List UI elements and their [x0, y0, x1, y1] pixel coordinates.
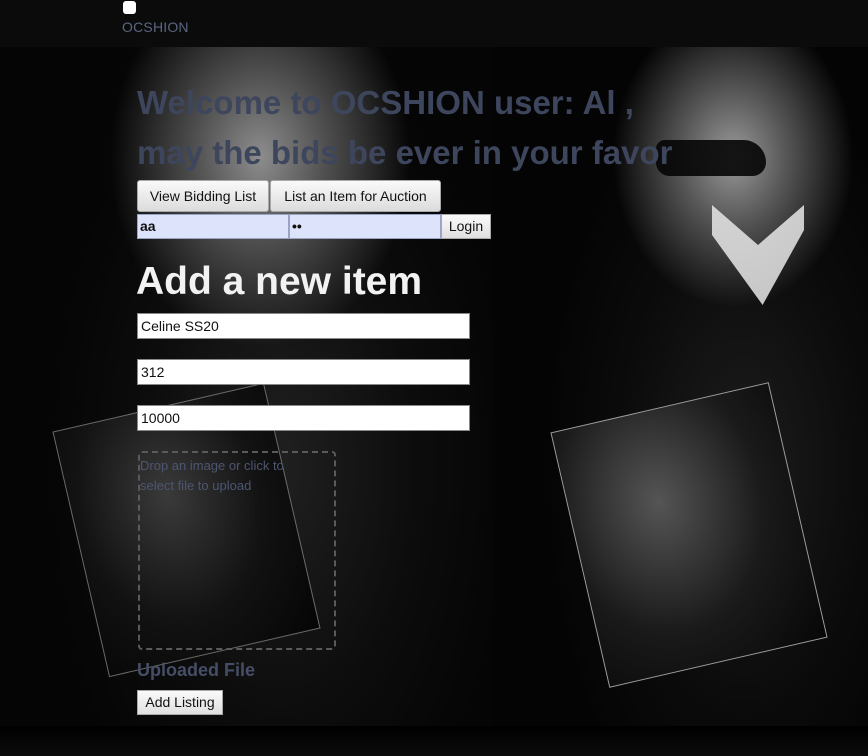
page-bottom-strip	[0, 726, 868, 756]
item-price-input[interactable]: 10000	[137, 405, 470, 431]
password-input[interactable]: ••	[289, 214, 441, 239]
list-item-for-auction-button[interactable]: List an Item for Auction	[270, 180, 441, 212]
logo-icon[interactable]	[123, 1, 136, 14]
brand-link[interactable]: OCSHION	[122, 19, 189, 35]
add-listing-button[interactable]: Add Listing	[137, 690, 223, 715]
image-dropzone[interactable]: Drop an image or click to select file to…	[138, 451, 336, 650]
login-button[interactable]: Login	[441, 214, 491, 239]
welcome-line-1: Welcome to OCSHION user: Al ,	[137, 84, 634, 121]
add-item-heading: Add a new item	[136, 260, 423, 303]
item-name-input[interactable]: Celine SS20	[137, 313, 470, 339]
view-bidding-list-button[interactable]: View Bidding List	[137, 180, 269, 212]
welcome-heading: Welcome to OCSHION user: Al , may the bi…	[137, 78, 737, 178]
dropzone-instructions: Drop an image or click to select file to…	[140, 458, 284, 493]
welcome-line-2: may the bids be ever in your favor	[137, 134, 673, 171]
username-input[interactable]: aa	[137, 214, 289, 239]
uploaded-file-label: Uploaded File	[137, 660, 256, 680]
top-navbar: OCSHION	[0, 0, 868, 47]
item-number-input[interactable]: 312	[137, 359, 470, 385]
